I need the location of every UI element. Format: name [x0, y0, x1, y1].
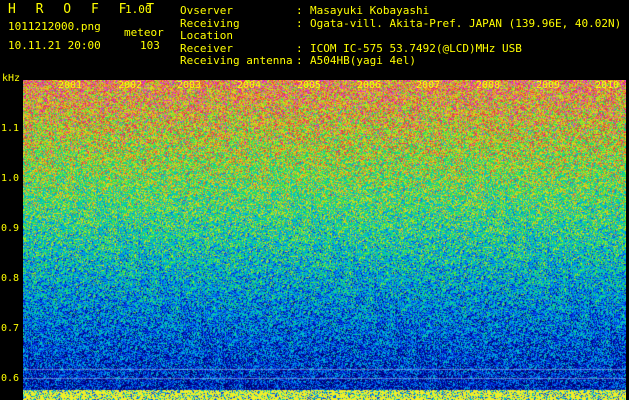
y-tick-label: 0.8 [1, 273, 20, 284]
spectrogram-canvas [23, 80, 626, 400]
info-separator: : [296, 4, 303, 17]
info-value: A504HB(yagi 4el) [310, 54, 416, 67]
app-version: 1.00 [125, 3, 152, 16]
info-value: Masayuki Kobayashi [310, 4, 430, 17]
info-label: Receiving antenna [180, 54, 293, 67]
time-tick-label: 2009 [536, 80, 561, 91]
info-row-antenna: Receiving antenna: A504HB(yagi 4el) [180, 54, 621, 68]
time-tick-label: 2001 [58, 80, 83, 91]
y-tick-label: 1.1 [1, 123, 20, 134]
time-tick-label: 2004 [237, 80, 262, 91]
time-tick-label: 2006 [357, 80, 382, 91]
info-value: Ogata-vill. Akita-Pref. JAPAN (139.96E, … [310, 16, 622, 30]
y-tick-label: 0.6 [1, 373, 20, 384]
y-tick-label: 1.0 [1, 173, 20, 184]
info-label: Receiving Location [180, 16, 240, 42]
info-row-location: Receiving Location: Ogata-vill. Akita-Pre… [180, 16, 622, 43]
station-info: Ovserver: Masayuki Kobayashi Receiving Lo… [180, 4, 622, 68]
time-tick-label: 2008 [476, 80, 501, 91]
time-tick-label: 2005 [297, 80, 322, 91]
datetime: 10.11.21 20:00 [8, 39, 101, 52]
time-tick-label: 2003 [177, 80, 202, 91]
meteor-count: 103 [140, 39, 160, 52]
info-separator: : [296, 16, 303, 30]
time-tick-label: 2010 [595, 80, 620, 91]
y-tick-label: 0.7 [1, 323, 20, 334]
file-name: 1011212000.png [8, 20, 101, 33]
y-axis-unit: kHz [2, 73, 21, 84]
time-tick-label: 2002 [118, 80, 143, 91]
info-row-observer: Ovserver: Masayuki Kobayashi [180, 4, 621, 18]
mode-label: meteor [124, 26, 164, 39]
y-tick-label: 0.9 [1, 223, 20, 234]
info-separator: : [296, 54, 303, 67]
time-tick-label: 2007 [416, 80, 441, 91]
info-label: Ovserver [180, 4, 233, 17]
